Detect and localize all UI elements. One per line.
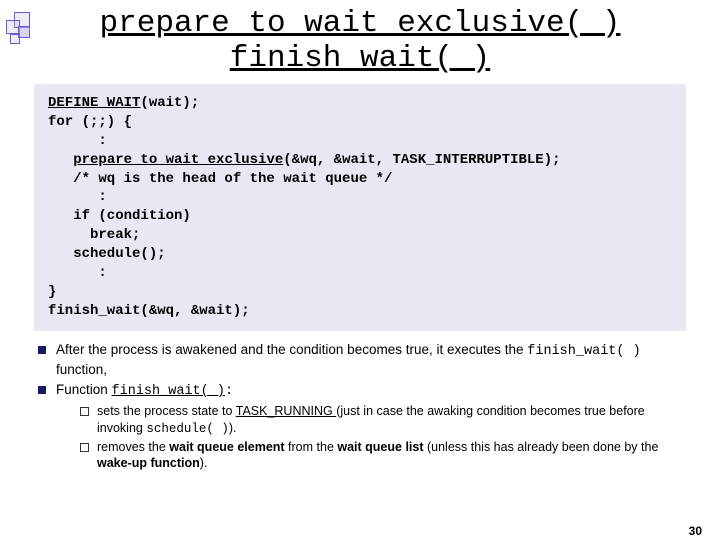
s2d: wait queue list (337, 440, 423, 454)
p1b: finish_wait( ) (527, 344, 640, 359)
sub-list: sets the process state to TASK_RUNNING (… (80, 403, 690, 471)
s1b: TASK_RUNNING (236, 404, 336, 418)
code-l6: : (48, 189, 107, 205)
title-line-2: finish_wait( ) (230, 41, 490, 76)
s1e: ). (229, 421, 237, 435)
code-l9: schedule(); (48, 246, 166, 262)
title-line-1: prepare_to_wait_exclusive( ) (100, 6, 621, 41)
p2a: Function (56, 382, 112, 397)
hollow-bullet-icon (80, 407, 89, 416)
code-l3: : (48, 133, 107, 149)
bullet-row-2: Function finish_wait( ): (38, 381, 690, 401)
code-l10: : (48, 265, 107, 281)
square-bullet-icon (38, 386, 46, 394)
bullet-row-1: After the process is awakened and the co… (38, 341, 690, 379)
square-bullet-icon (38, 346, 46, 354)
sub-2-text: removes the wait queue element from the … (97, 439, 690, 472)
code-l5: /* wq is the head of the wait queue */ (48, 171, 392, 187)
s2a: removes the (97, 440, 169, 454)
s2f: wake-up function (97, 456, 200, 470)
code-l2: for (;;) { (48, 114, 132, 130)
p2b: finish_wait( ) (112, 384, 225, 399)
code-l4b: prepare_to_wait_exclusive (73, 152, 283, 168)
code-l12: finish_wait(&wq, &wait); (48, 303, 250, 319)
code-l8: break; (48, 227, 140, 243)
s2e: (unless this has already been done by th… (424, 440, 659, 454)
s2b: wait queue element (169, 440, 284, 454)
s2g: ). (200, 456, 208, 470)
p2c: : (225, 384, 233, 399)
code-l1b: (wait); (140, 95, 199, 111)
bullet-1-text: After the process is awakened and the co… (56, 341, 690, 379)
bullet-2-text: Function finish_wait( ): (56, 381, 233, 401)
code-l7: if (condition) (48, 208, 191, 224)
code-l4c: (&wq, &wait, TASK_INTERRUPTIBLE); (283, 152, 560, 168)
code-block: DEFINE_WAIT(wait); for (;;) { : prepare_… (34, 84, 686, 331)
s1a: sets the process state to (97, 404, 236, 418)
code-l11: } (48, 284, 56, 300)
body-text: After the process is awakened and the co… (38, 341, 690, 472)
decoration-squares (4, 10, 44, 50)
sub-1-text: sets the process state to TASK_RUNNING (… (97, 403, 690, 437)
sub-row-1: sets the process state to TASK_RUNNING (… (80, 403, 690, 437)
page-title: prepare_to_wait_exclusive( ) finish_wait… (40, 6, 680, 76)
code-l1a: DEFINE_WAIT (48, 95, 140, 111)
s2c: from the (285, 440, 338, 454)
sub-row-2: removes the wait queue element from the … (80, 439, 690, 472)
code-l4a (48, 152, 73, 168)
s1d: schedule( ) (146, 422, 229, 436)
p1c: function, (56, 362, 107, 377)
p1a: After the process is awakened and the co… (56, 342, 527, 357)
page-number: 30 (689, 524, 702, 538)
hollow-bullet-icon (80, 443, 89, 452)
